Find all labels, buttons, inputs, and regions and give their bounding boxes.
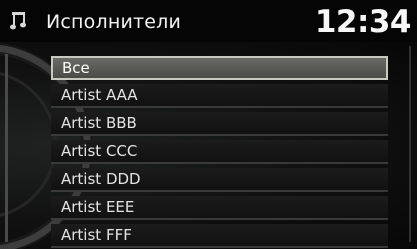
list-item-label: Artist BBB — [61, 114, 137, 132]
list-item-artist-aaa[interactable]: Artist AAA — [51, 84, 388, 108]
page-title: Исполнители — [46, 11, 182, 33]
list-item-label: Artist EEE — [61, 198, 135, 216]
list-panel: Все Artist AAA Artist BBB Artist CCC Art… — [0, 42, 417, 249]
list-item-label: Artist CCC — [61, 142, 138, 160]
list-item-label: Artist DDD — [61, 170, 141, 188]
frame-left-edge — [5, 54, 8, 242]
music-note-icon — [10, 10, 28, 32]
header-bar: Исполнители 12:34 — [0, 0, 417, 42]
list-item-all[interactable]: Все — [51, 56, 388, 80]
list-item-artist-fff[interactable]: Artist FFF — [51, 224, 388, 248]
list-item-label: Artist FFF — [61, 226, 132, 244]
list-item-artist-bbb[interactable]: Artist BBB — [51, 112, 388, 136]
artist-list: Все Artist AAA Artist BBB Artist CCC Art… — [51, 56, 388, 249]
clock: 12:34 — [314, 4, 412, 40]
list-item-artist-ddd[interactable]: Artist DDD — [51, 168, 388, 192]
frame-right-edge — [409, 46, 411, 242]
list-item-artist-ccc[interactable]: Artist CCC — [51, 140, 388, 164]
list-item-label: Artist AAA — [61, 86, 138, 104]
list-item-artist-eee[interactable]: Artist EEE — [51, 196, 388, 220]
audio-screen: Исполнители 12:34 Все Artist AAA Artist … — [0, 0, 417, 249]
list-item-label: Все — [62, 59, 90, 77]
